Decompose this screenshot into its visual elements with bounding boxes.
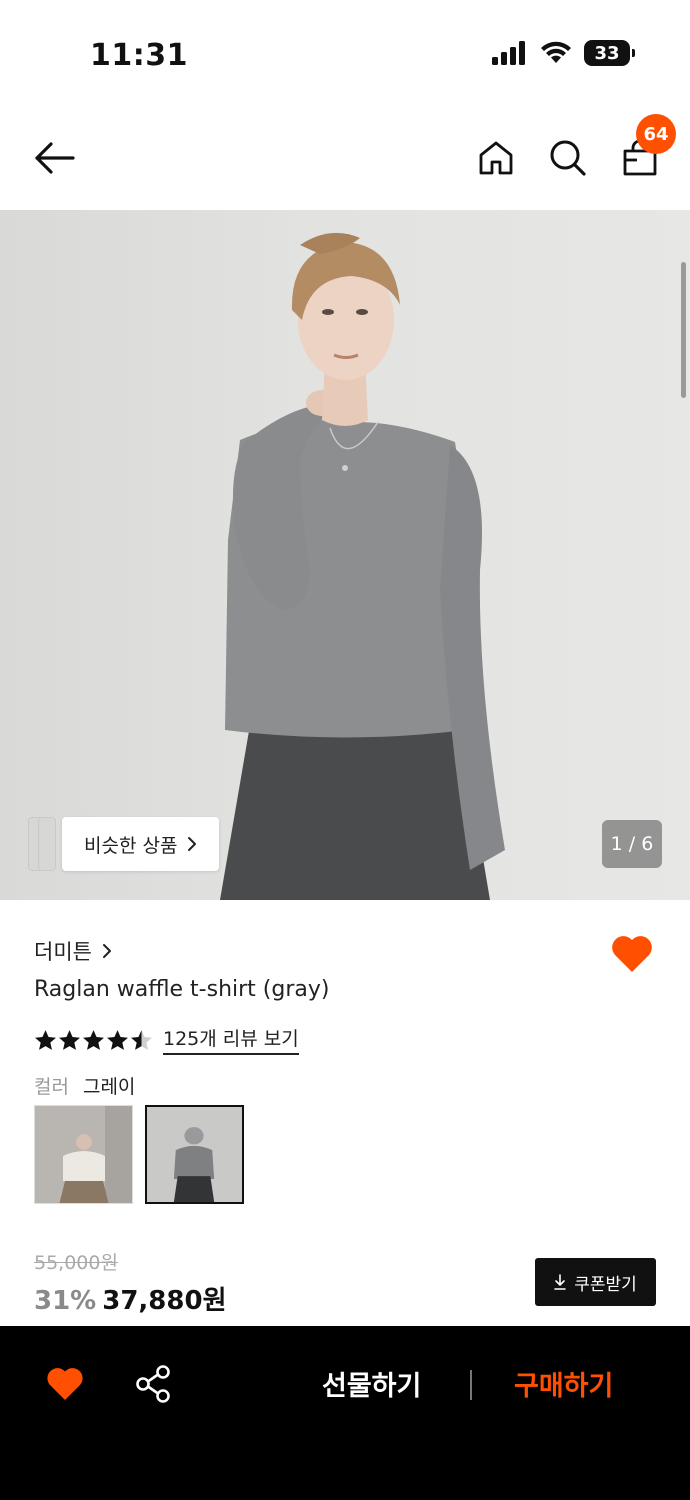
similar-products-label: 비슷한 상품 <box>84 834 178 857</box>
status-time: 11:31 <box>90 38 188 73</box>
similar-thumbnails <box>28 817 62 871</box>
status-bar: 11:31 33 <box>0 0 690 104</box>
wifi-icon <box>541 41 571 63</box>
divider <box>470 1370 472 1400</box>
star-icon <box>107 1029 128 1050</box>
price-row: 31% 37,880원 <box>34 1280 227 1317</box>
wishlist-heart-icon[interactable] <box>610 934 654 974</box>
rating-row: 125개 리뷰 보기 <box>34 1024 299 1055</box>
color-option-row: 컬러 그레이 <box>34 1072 135 1099</box>
rating-stars <box>34 1029 153 1051</box>
download-icon <box>554 1274 567 1290</box>
chevron-right-icon <box>102 944 111 958</box>
sale-price: 37,880원 <box>102 1286 227 1316</box>
search-icon <box>550 140 586 176</box>
chevron-right-icon <box>188 837 197 851</box>
color-value: 그레이 <box>82 1076 136 1098</box>
review-link[interactable]: 125개 리뷰 보기 <box>163 1024 299 1055</box>
color-swatch-ivory[interactable] <box>34 1105 133 1204</box>
scroll-indicator[interactable] <box>681 262 686 398</box>
bottom-action-bar: 선물하기 구매하기 <box>0 1326 690 1500</box>
color-label: 컬러 <box>34 1076 69 1098</box>
swatch-thumbnail-ivory <box>35 1106 132 1203</box>
coupon-button[interactable]: 쿠폰받기 <box>535 1258 656 1306</box>
swatch-thumbnail-gray <box>147 1107 242 1202</box>
coupon-label: 쿠폰받기 <box>574 1274 637 1295</box>
home-icon <box>479 141 513 175</box>
gift-button[interactable]: 선물하기 <box>322 1364 421 1403</box>
star-icon <box>131 1029 152 1050</box>
buy-button[interactable]: 구매하기 <box>514 1364 613 1403</box>
status-icons: 33 <box>492 40 635 66</box>
search-button[interactable] <box>544 134 592 182</box>
back-button[interactable] <box>28 134 80 182</box>
original-price: 55,000원 <box>34 1252 118 1274</box>
home-button[interactable] <box>472 134 520 182</box>
arrow-left-icon <box>35 142 75 174</box>
similar-products-button[interactable]: 비슷한 상품 <box>28 817 220 871</box>
brand-link[interactable]: 더미튼 <box>34 936 112 966</box>
top-navigation <box>0 104 690 210</box>
cart-count-badge: 64 <box>636 114 676 154</box>
wishlist-heart-icon[interactable] <box>46 1366 84 1402</box>
image-page-counter: 1 / 6 <box>602 820 662 868</box>
discount-rate: 31% <box>34 1286 97 1316</box>
similar-products-label-box: 비슷한 상품 <box>62 817 220 871</box>
product-name: Raglan waffle t-shirt (gray) <box>34 977 330 1002</box>
battery-indicator: 33 <box>584 40 635 66</box>
product-image-carousel[interactable]: 비슷한 상품 1 / 6 <box>0 210 690 900</box>
signal-icon <box>492 41 525 65</box>
share-icon[interactable] <box>134 1364 174 1404</box>
star-icon <box>59 1029 80 1050</box>
product-photo <box>220 232 505 900</box>
brand-name: 더미튼 <box>34 940 92 964</box>
star-icon <box>83 1029 104 1050</box>
color-swatch-gray[interactable] <box>145 1105 244 1204</box>
color-swatches <box>34 1105 244 1204</box>
star-icon <box>35 1029 56 1050</box>
